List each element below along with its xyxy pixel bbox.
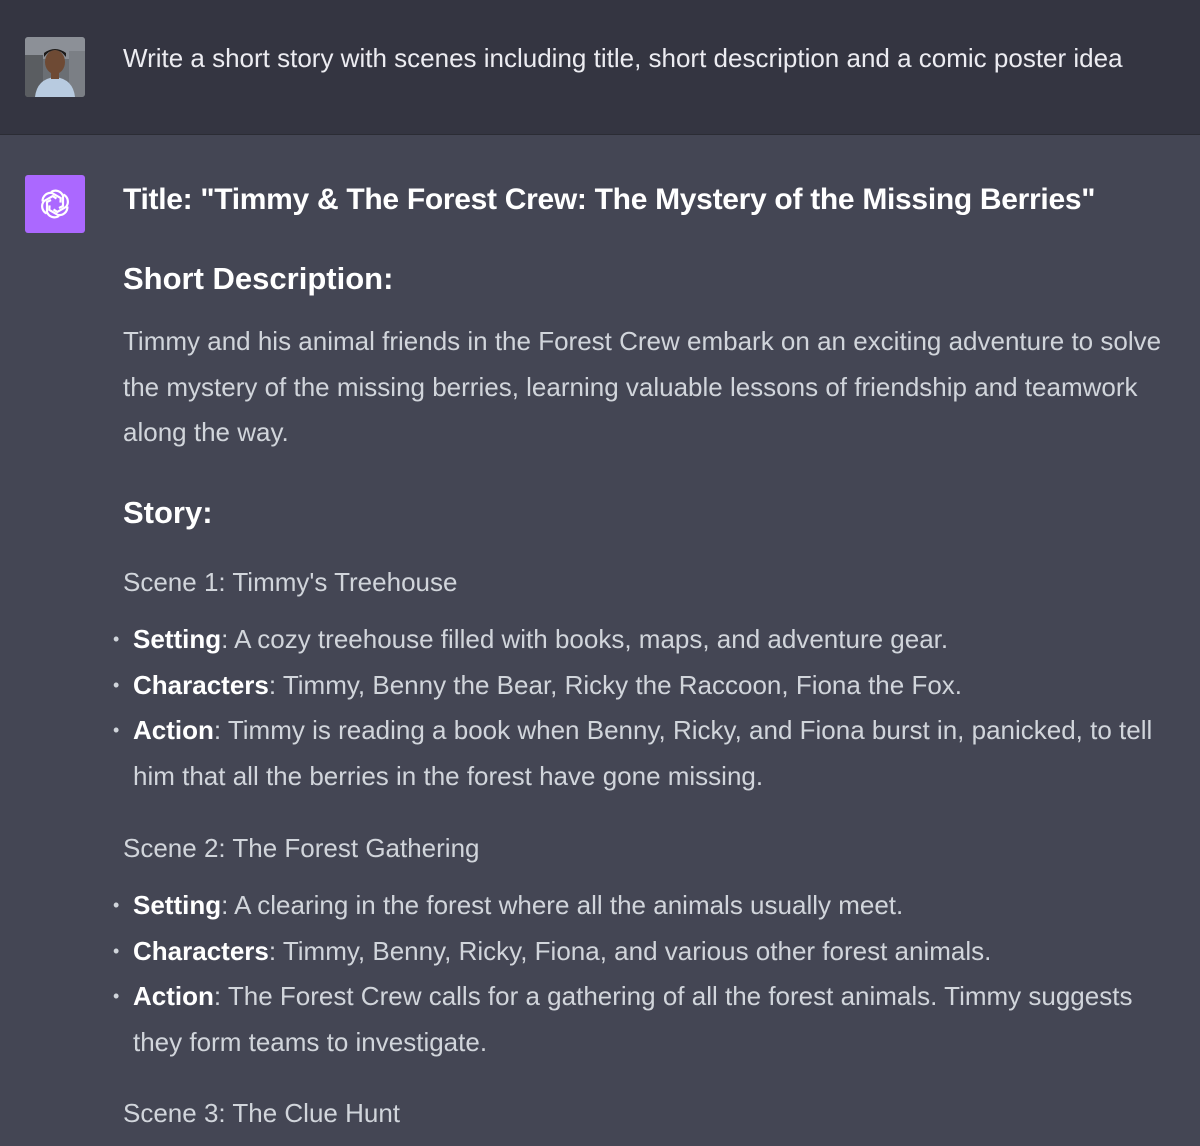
user-avatar [25, 37, 85, 97]
user-prompt-text: Write a short story with scenes includin… [123, 43, 1123, 73]
assistant-message-row: Title: "Timmy & The Forest Crew: The Mys… [0, 135, 1200, 1146]
list-item: • Characters: Timmy, Benny the Bear, Rick… [113, 663, 1188, 709]
list-item: • Action: Timmy is reading a book when Be… [113, 708, 1188, 799]
scene-2-title: Scene 2: The Forest Gathering [123, 833, 480, 863]
bullet-dot-icon: • [113, 940, 120, 961]
bullet-dot-icon: • [113, 629, 120, 649]
user-message-row: Write a short story with scenes includin… [0, 0, 1200, 135]
scene-1-list: • Setting: A cozy treehouse filled with b… [113, 617, 1188, 799]
story-heading: Story: [123, 495, 213, 530]
story-title: Title: "Timmy & The Forest Crew: The Mys… [123, 183, 1096, 216]
item-text: : The Forest Crew calls for a gathering … [133, 981, 1133, 1057]
assistant-avatar [25, 175, 85, 233]
user-photo-icon [25, 37, 85, 97]
scene-2-list: • Setting: A clearing in the forest where… [113, 883, 1188, 1065]
item-text: : Timmy is reading a book when Benny, Ri… [133, 715, 1153, 791]
item-label: Characters [133, 669, 269, 700]
item-label: Action [133, 715, 214, 745]
bullet-dot-icon: • [113, 986, 120, 1006]
list-item: • Action: The Forest Crew calls for a gat… [113, 974, 1188, 1065]
list-item: • Setting: A cozy treehouse filled with b… [113, 617, 1188, 663]
item-label: Setting [133, 890, 222, 920]
openai-logo-icon [41, 189, 69, 219]
bullet-dot-icon: • [113, 674, 120, 695]
scene-3-title: Scene 3: The Clue Hunt [123, 1098, 401, 1128]
item-text: : Timmy, Benny the Bear, Ricky the Racco… [268, 669, 963, 700]
item-text: : A cozy treehouse filled with books, ma… [221, 624, 949, 654]
bullet-dot-icon: • [113, 895, 120, 915]
list-item: • Setting: A clearing in the forest where… [113, 883, 1188, 929]
bullet-dot-icon: • [113, 720, 120, 740]
item-label: Characters [133, 935, 269, 966]
short-description-text: Timmy and his animal friends in the Fore… [123, 326, 1162, 447]
item-text: : A clearing in the forest where all the… [221, 890, 904, 920]
item-label: Action [133, 981, 214, 1011]
list-item: • Characters: Timmy, Benny, Ricky, Fiona,… [113, 929, 1188, 975]
item-label: Setting [133, 624, 222, 654]
short-description-heading: Short Description: [123, 261, 394, 296]
item-text: : Timmy, Benny, Ricky, Fiona, and variou… [268, 935, 992, 966]
scene-1-title: Scene 1: Timmy's Treehouse [123, 567, 458, 597]
